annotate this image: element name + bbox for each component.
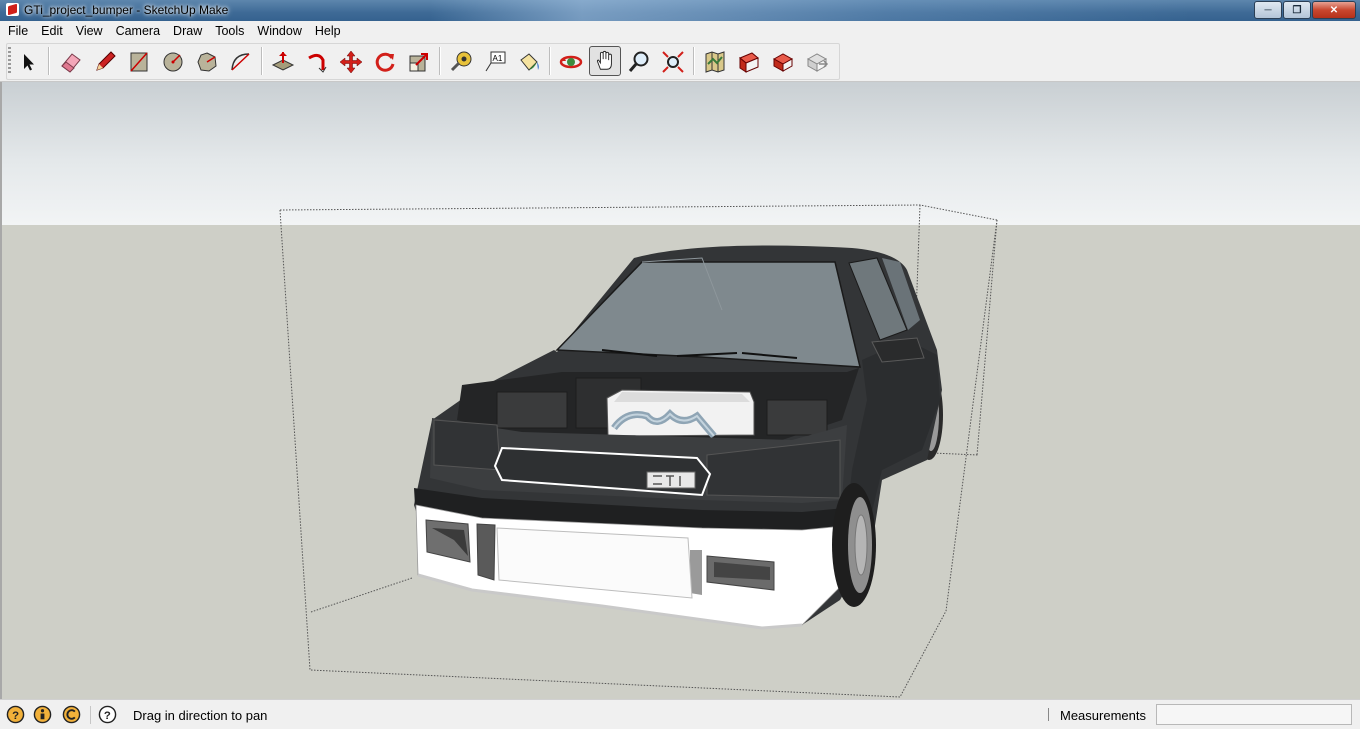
side-mirror — [871, 337, 925, 363]
extension-icon — [806, 52, 829, 72]
menu-view[interactable]: View — [70, 21, 110, 41]
polygon-icon — [197, 51, 217, 72]
push-pull-tool-button[interactable] — [269, 48, 297, 75]
help-icon[interactable]: ? — [98, 705, 117, 724]
follow-me-icon — [308, 53, 327, 73]
windshield — [555, 261, 861, 368]
text-icon: A1 — [485, 51, 506, 71]
text-tool-button[interactable]: A1 — [481, 48, 509, 75]
rotate-icon — [375, 52, 395, 72]
window-title: GTi_project_bumper - SketchUp Make — [24, 3, 229, 17]
svg-text:?: ? — [12, 710, 19, 722]
follow-me-tool-button[interactable] — [303, 48, 331, 75]
status-bar: ? ? Drag in direction to pan Measurement… — [0, 699, 1360, 729]
paint-bucket-icon — [520, 52, 539, 71]
pencil-tool-button[interactable] — [91, 48, 119, 75]
getting-started-toolbar: A1 — [0, 41, 1360, 82]
rotate-tool-button[interactable] — [371, 48, 399, 75]
pan-tool-button[interactable] — [589, 46, 621, 76]
close-button[interactable]: ✕ — [1312, 1, 1356, 19]
move-tool-button[interactable] — [337, 48, 365, 75]
scale-tool-button[interactable] — [405, 48, 433, 75]
maximize-button[interactable]: ❐ — [1283, 1, 1311, 19]
circle-tool-button[interactable] — [159, 48, 187, 75]
magnifier-icon — [628, 51, 649, 72]
tape-measure-icon — [450, 51, 472, 71]
menu-tools[interactable]: Tools — [209, 21, 251, 41]
status-message: Drag in direction to pan — [133, 708, 268, 723]
orbit-icon — [559, 55, 583, 68]
gti-badge — [646, 471, 696, 489]
add-location-tool-button[interactable] — [701, 48, 729, 75]
menu-window[interactable]: Window — [251, 21, 308, 41]
menu-draw[interactable]: Draw — [167, 21, 209, 41]
geo-location-icon[interactable]: ? — [6, 705, 25, 724]
menu-help[interactable]: Help — [309, 21, 348, 41]
circle-icon — [163, 52, 183, 71]
minimize-button[interactable]: ─ — [1254, 1, 1282, 19]
restore-icon: ❐ — [1292, 4, 1302, 16]
measurements-box[interactable] — [1156, 704, 1352, 725]
select-tool-button[interactable] — [15, 48, 43, 75]
title-bar: GTi_project_bumper - SketchUp Make ─ ❐ ✕ — [0, 0, 1360, 21]
arc-tool-button[interactable] — [227, 48, 255, 75]
warehouse-icon — [739, 51, 759, 73]
eraser-icon — [61, 52, 81, 73]
rectangle-icon — [130, 52, 148, 71]
minimize-icon: ─ — [1264, 4, 1272, 16]
paint-bucket-tool-button[interactable] — [515, 48, 543, 75]
menu-file[interactable]: File — [2, 21, 35, 41]
car-model[interactable] — [2, 82, 1360, 699]
map-icon — [705, 50, 725, 73]
polygon-tool-button[interactable] — [193, 48, 221, 75]
rectangle-tool-button[interactable] — [125, 48, 153, 75]
text-tool-label: A1 — [493, 54, 503, 63]
menu-edit[interactable]: Edit — [35, 21, 70, 41]
close-icon: ✕ — [1329, 4, 1339, 16]
toolbar-grip[interactable] — [8, 47, 11, 75]
measurements-label: Measurements — [1060, 708, 1146, 723]
hand-icon — [596, 50, 612, 70]
credits-icon[interactable] — [33, 705, 52, 724]
zoom-extents-tool-button[interactable] — [659, 48, 687, 75]
warehouse-tool-button[interactable] — [735, 48, 763, 75]
scale-icon — [409, 52, 428, 71]
status-divider — [90, 706, 91, 724]
pencil-icon — [96, 50, 116, 71]
zoom-tool-button[interactable] — [625, 48, 653, 75]
copyright-icon[interactable] — [62, 705, 81, 724]
eraser-tool-button[interactable] — [57, 48, 85, 75]
arrow-icon — [24, 53, 34, 70]
extension-tool-button[interactable] — [803, 48, 831, 75]
sketchup-logo-icon[interactable] — [6, 3, 19, 16]
menu-camera[interactable]: Camera — [110, 21, 167, 41]
tape-measure-tool-button[interactable] — [447, 48, 475, 75]
svg-text:?: ? — [104, 710, 111, 722]
arc-icon — [231, 52, 250, 71]
move-icon — [339, 50, 363, 73]
menu-bar: File Edit View Camera Draw Tools Window … — [0, 21, 1360, 41]
share-model-tool-button[interactable] — [769, 48, 797, 75]
push-pull-icon — [271, 51, 295, 71]
zoom-extents-icon — [662, 50, 684, 73]
share-model-icon — [772, 52, 794, 72]
orbit-tool-button[interactable] — [557, 48, 585, 75]
model-viewport[interactable] — [0, 82, 1360, 699]
